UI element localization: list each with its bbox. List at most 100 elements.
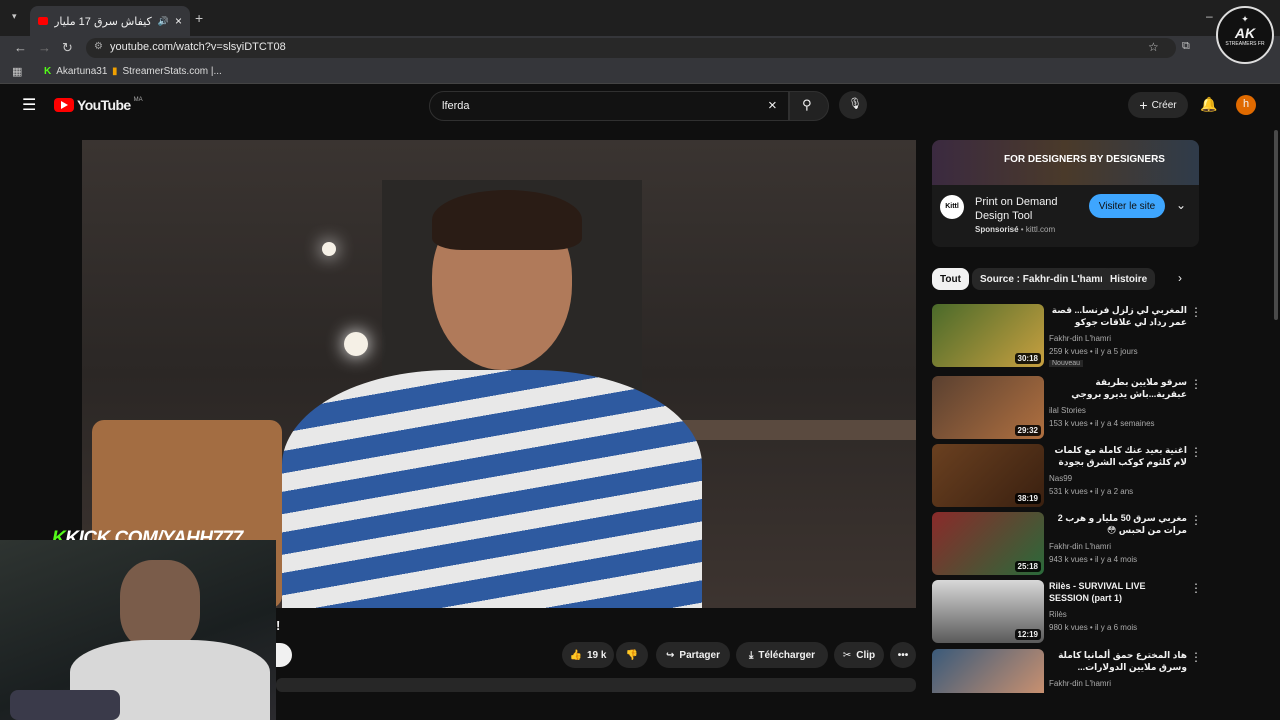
back-icon[interactable]: ← (14, 40, 27, 55)
bookmarks-bar: ▦ K Akartuna31 ▮ StreamerStats.com |... (0, 60, 1280, 84)
recommendation-title[interactable]: سرقو ملايين بطريقة عبقرية...باش يديرو بر… (1049, 376, 1187, 400)
recommendation-item[interactable]: 30:18 المغربي لي زلزل فرنسا... قصة عمر ر… (932, 304, 1202, 368)
thumbs-down-icon: 👎 (625, 649, 639, 661)
recommendation-item[interactable]: هاد المخترع حمق ألمانيا كاملة وسرق ملايي… (932, 649, 1202, 693)
bookmark-item[interactable]: K Akartuna31 (44, 66, 107, 77)
country-code: MA (133, 97, 143, 103)
bookmark-star-icon[interactable]: ☆ (1148, 40, 1159, 54)
page-scrollbar[interactable] (1274, 130, 1278, 320)
ad-title: Print on Demand Design Tool (975, 196, 1058, 222)
visit-site-button[interactable]: Visiter le site (1089, 194, 1165, 218)
channel-name[interactable]: Fakhr-din L'hamri (1049, 679, 1111, 688)
video-thumbnail[interactable] (932, 649, 1044, 693)
forward-icon[interactable]: → (38, 40, 51, 55)
menu-icon[interactable]: ☰ (22, 95, 36, 115)
search-input[interactable]: lferda × (429, 91, 789, 121)
dislike-button[interactable]: 👎 (616, 642, 648, 668)
video-thumbnail[interactable]: 30:18 (932, 304, 1044, 367)
more-vertical-icon[interactable]: ⋮ (1190, 305, 1202, 319)
duration-badge: 12:19 (1014, 629, 1041, 640)
video-frame-person-shirt (282, 370, 702, 608)
youtube-favicon-icon (38, 17, 48, 25)
plus-icon: + (1139, 97, 1148, 113)
more-actions-button[interactable]: ••• (890, 642, 916, 668)
clear-search-icon[interactable]: × (768, 97, 777, 114)
notifications-bell-icon[interactable]: 🔔 (1200, 96, 1217, 113)
chip-history[interactable]: Histoire (1102, 268, 1156, 290)
recommendation-title[interactable]: مغربي سرق 50 مليار و هرب 2 مرات من لحبس … (1049, 512, 1187, 536)
extensions-icon[interactable]: ⧉ (1182, 40, 1190, 53)
eagle-icon: ✦ (1241, 14, 1249, 24)
channel-name[interactable]: Nas99 (1049, 474, 1072, 483)
clip-button[interactable]: ✂ Clip (834, 642, 884, 668)
recommendation-title[interactable]: اغنية بعيد عنك كاملة مع كلمات لام كلثوم … (1049, 444, 1187, 470)
recommendation-item[interactable]: 29:32 سرقو ملايين بطريقة عبقرية...باش يد… (932, 376, 1202, 440)
share-button[interactable]: ↪ Partager (656, 642, 730, 668)
sponsored-ad[interactable]: FOR DESIGNERS BY DESIGNERS Kittl Print o… (932, 140, 1199, 247)
video-meta: 980 k vues • il y a 6 mois (1049, 623, 1138, 632)
more-vertical-icon[interactable]: ⋮ (1190, 445, 1202, 459)
recommendation-title[interactable]: المغربي لي زلزل فرنسا... قصة عمر رداد لي… (1049, 304, 1187, 330)
download-button[interactable]: ⤓ Télécharger (736, 642, 828, 668)
chevron-down-icon[interactable]: ⌄ (1176, 198, 1186, 212)
video-thumbnail[interactable]: 38:19 (932, 444, 1044, 507)
more-vertical-icon[interactable]: ⋮ (1190, 650, 1202, 664)
recommendation-item[interactable]: 38:19 اغنية بعيد عنك كاملة مع كلمات لام … (932, 444, 1202, 508)
description-box[interactable] (276, 678, 916, 692)
youtube-logo[interactable]: YouTube MA (54, 97, 143, 113)
site-info-icon[interactable]: ⚙ (94, 41, 103, 52)
new-tab-icon[interactable]: + (195, 10, 203, 26)
microphone-icon: 🎙 (848, 98, 862, 110)
reload-icon[interactable]: ↻ (62, 40, 73, 56)
logo-subtext: STREAMERS FR (1225, 41, 1265, 47)
ad-sponsor-line: Sponsorisé • kittl.com (975, 225, 1056, 234)
search-icon: ⚲ (802, 97, 812, 112)
minimize-icon[interactable]: – (1206, 9, 1213, 23)
chip-source[interactable]: Source : Fakhr-din L'hamri (972, 268, 1115, 290)
webcam-overlay (0, 540, 276, 720)
channel-name[interactable]: ilal Stories (1049, 406, 1086, 415)
channel-name[interactable]: Fakhr-din L'hamri (1049, 542, 1111, 551)
search-value: lferda (442, 100, 470, 112)
chart-favicon-icon: ▮ (112, 66, 118, 77)
search-button[interactable]: ⚲ (789, 91, 829, 121)
recommendation-title[interactable]: Rilès - SURVIVAL LIVE SESSION (part 1) (1049, 580, 1187, 604)
url-field[interactable]: ⚙ youtube.com/watch?v=slsyiDTCT08 (86, 38, 1176, 58)
streamer-logo: ✦ AK STREAMERS FR (1216, 6, 1274, 64)
video-meta: 153 k vues • il y a 4 semaines (1049, 419, 1155, 428)
thumbs-up-icon: 👍 (569, 649, 582, 661)
subscribe-button[interactable] (276, 643, 292, 667)
recommendation-item[interactable]: 25:18 مغربي سرق 50 مليار و هرب 2 مرات من… (932, 512, 1202, 576)
logo-text: YouTube (77, 97, 131, 113)
webcam-face (120, 560, 200, 650)
tab-list-icon[interactable]: ▾ (12, 11, 17, 22)
browser-tab[interactable]: كيفاش سرق 17 مليار وهو مكـ 🔊 × (30, 6, 190, 36)
duration-badge: 25:18 (1014, 561, 1041, 572)
create-button[interactable]: + Créer (1128, 92, 1188, 118)
chevron-right-icon[interactable]: › (1178, 271, 1182, 285)
video-meta: 531 k vues • il y a 2 ans (1049, 487, 1134, 496)
tab-close-icon[interactable]: × (175, 14, 182, 28)
recommendation-item[interactable]: 12:19 Rilès - SURVIVAL LIVE SESSION (par… (932, 580, 1202, 644)
video-thumbnail[interactable]: 25:18 (932, 512, 1044, 575)
recommendation-title[interactable]: هاد المخترع حمق ألمانيا كاملة وسرق ملايي… (1049, 649, 1187, 675)
ad-banner: FOR DESIGNERS BY DESIGNERS (932, 140, 1199, 185)
channel-name[interactable]: Fakhr-din L'hamri (1049, 334, 1111, 343)
more-vertical-icon[interactable]: ⋮ (1190, 513, 1202, 527)
channel-name[interactable]: Rilès (1049, 610, 1067, 619)
more-vertical-icon[interactable]: ⋮ (1190, 581, 1202, 595)
bookmark-item[interactable]: ▮ StreamerStats.com |... (112, 66, 222, 77)
like-button[interactable]: 👍 19 k (562, 642, 614, 668)
apps-grid-icon[interactable]: ▦ (12, 65, 22, 78)
ad-banner-text: FOR DESIGNERS BY DESIGNERS (1004, 154, 1165, 165)
share-label: Partager (679, 649, 720, 661)
audio-icon[interactable]: 🔊 (158, 16, 169, 27)
voice-search-button[interactable]: 🎙 (839, 91, 867, 119)
download-label: Télécharger (758, 649, 816, 661)
avatar[interactable]: h (1236, 95, 1256, 115)
video-thumbnail[interactable]: 12:19 (932, 580, 1044, 643)
more-vertical-icon[interactable]: ⋮ (1190, 377, 1202, 391)
clip-label: Clip (856, 649, 876, 661)
chip-all[interactable]: Tout (932, 268, 969, 290)
video-thumbnail[interactable]: 29:32 (932, 376, 1044, 439)
